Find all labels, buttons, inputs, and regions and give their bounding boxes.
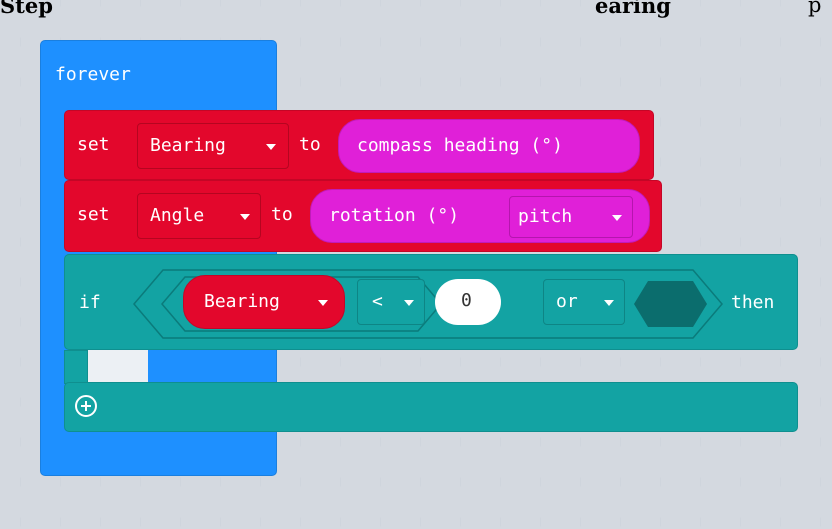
rotation-reporter[interactable]: rotation (°) pitch xyxy=(310,189,650,243)
set-label: set xyxy=(77,134,110,155)
set-bearing-block[interactable]: set Bearing to compass heading (°) xyxy=(64,110,654,180)
chevron-down-icon xyxy=(404,300,414,306)
if-block-side xyxy=(64,350,88,384)
plus-circle-icon[interactable] xyxy=(75,395,97,417)
set-label-2: set xyxy=(77,204,110,225)
page-heading-right: earing xyxy=(595,0,671,18)
number-input[interactable]: 0 xyxy=(435,279,501,325)
chevron-down-icon xyxy=(604,300,614,306)
operator-dropdown[interactable]: < xyxy=(357,279,425,325)
if-label: if xyxy=(79,292,101,313)
chevron-down-icon xyxy=(318,300,328,306)
to-label: to xyxy=(299,134,321,155)
set-angle-block[interactable]: set Angle to rotation (°) pitch xyxy=(64,180,662,252)
bearing-variable-dropdown[interactable]: Bearing xyxy=(137,123,289,169)
bearing-variable-label: Bearing xyxy=(150,135,226,156)
chevron-down-icon xyxy=(266,144,276,150)
heading-bearing: earing xyxy=(595,0,671,18)
page-heading: Step xyxy=(0,0,53,18)
or-dropdown[interactable]: or xyxy=(543,279,625,325)
if-empty-slot[interactable] xyxy=(88,350,148,382)
compass-heading-label: compass heading (°) xyxy=(357,135,563,156)
angle-variable-dropdown[interactable]: Angle xyxy=(137,193,261,239)
bearing-reporter-label: Bearing xyxy=(204,291,280,312)
bearing-reporter[interactable]: Bearing xyxy=(183,275,345,329)
heading-p: p xyxy=(808,0,822,17)
chevron-down-icon xyxy=(240,214,250,220)
operator-label: < xyxy=(372,291,383,312)
pitch-dropdown[interactable]: pitch xyxy=(509,196,633,238)
compass-heading-reporter[interactable]: compass heading (°) xyxy=(338,119,640,173)
chevron-down-icon xyxy=(612,215,622,221)
if-block[interactable]: if Bearing < 0 or then xyxy=(64,254,798,350)
forever-label: forever xyxy=(55,64,131,85)
rotation-label: rotation (°) xyxy=(329,205,460,226)
angle-variable-label: Angle xyxy=(150,205,205,226)
if-block-bottom[interactable] xyxy=(64,382,798,432)
then-label: then xyxy=(731,292,775,313)
or-label: or xyxy=(556,291,578,312)
to-label-2: to xyxy=(271,204,293,225)
page-heading-far: p xyxy=(808,0,821,17)
pitch-label: pitch xyxy=(518,206,573,227)
blocks-workspace[interactable]: Step earing p forever set Bearing to com… xyxy=(0,0,832,529)
number-value: 0 xyxy=(461,290,472,311)
heading-step: Step xyxy=(0,0,53,18)
